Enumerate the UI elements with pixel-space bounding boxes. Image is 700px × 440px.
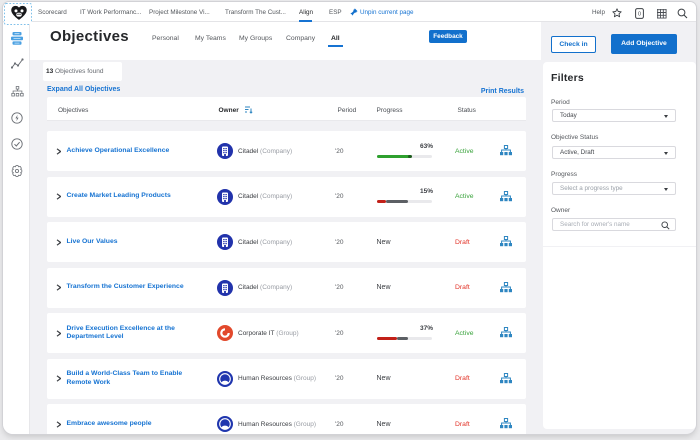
svg-text:0: 0 bbox=[638, 12, 641, 18]
